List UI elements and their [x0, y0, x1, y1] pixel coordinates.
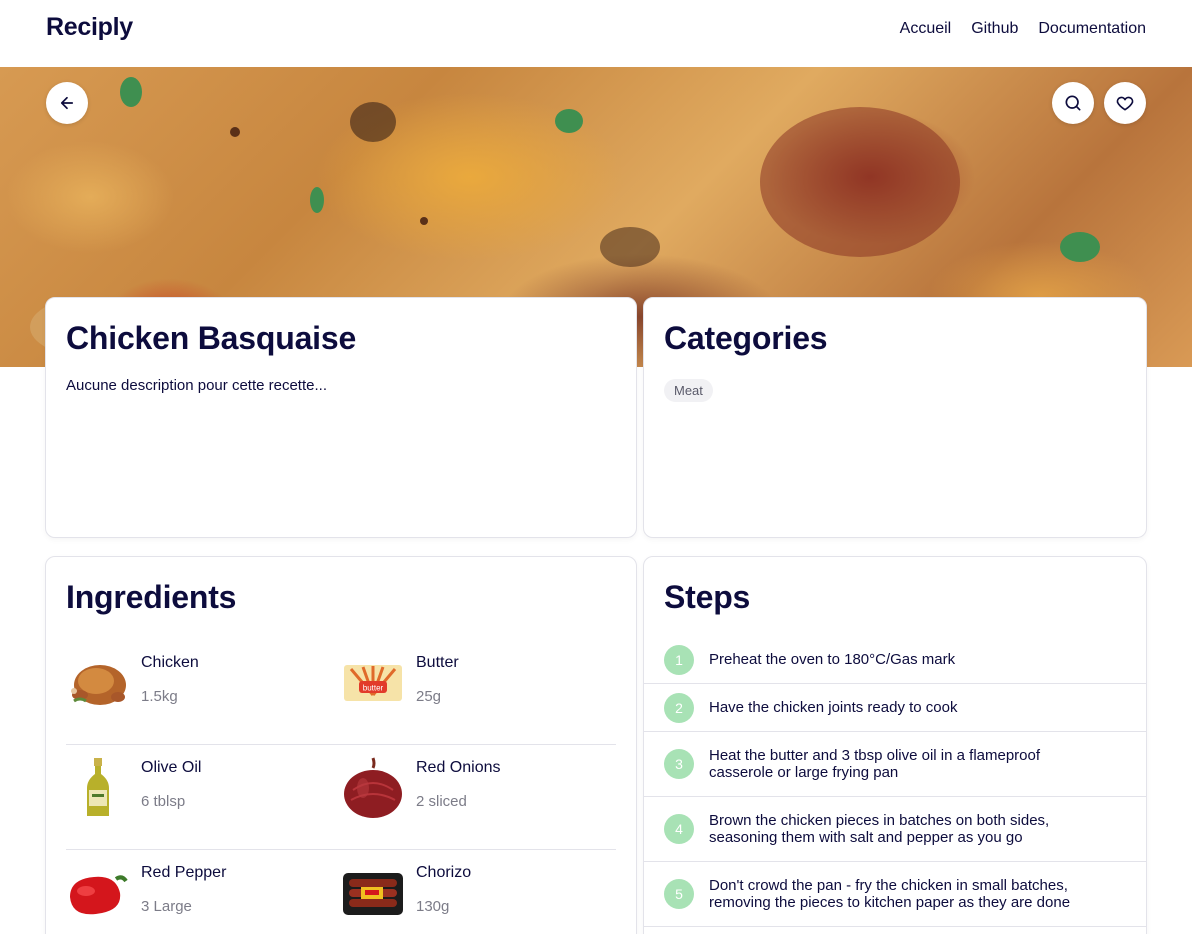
step-item: 5 Don't crowd the pan - fry the chicken … — [644, 862, 1146, 927]
ingredient-item: Red Pepper 3 Large — [66, 850, 341, 934]
ingredient-quantity: 130g — [416, 898, 450, 915]
steps-heading: Steps — [664, 579, 751, 615]
ingredients-heading: Ingredients — [66, 579, 237, 615]
ingredient-item: Red Onions 2 sliced — [341, 745, 616, 849]
ingredients-card: Ingredients Chicken 1.5kg butter Butter … — [45, 556, 637, 934]
heart-icon — [1116, 96, 1134, 111]
red-pepper-image — [66, 861, 130, 925]
favorite-button[interactable] — [1104, 82, 1146, 124]
navbar: Reciply Accueil Github Documentation — [0, 0, 1192, 67]
recipe-title-card: Chicken Basquaise Aucune description pou… — [45, 297, 637, 538]
ingredients-row: Chicken 1.5kg butter Butter 25g — [66, 640, 616, 745]
step-number-badge: 5 — [664, 879, 694, 909]
chicken-image — [66, 651, 130, 715]
steps-list: 1 Preheat the oven to 180°C/Gas mark 2 H… — [644, 636, 1146, 927]
steps-card: Steps 1 Preheat the oven to 180°C/Gas ma… — [643, 556, 1147, 934]
ingredient-item: butter Butter 25g — [341, 640, 616, 744]
ingredient-name: Butter — [416, 654, 459, 671]
categories-card: Categories Meat — [643, 297, 1147, 538]
butter-label: butter — [363, 684, 384, 693]
ingredient-name: Chicken — [141, 654, 199, 671]
ingredient-quantity: 6 tblsp — [141, 793, 186, 810]
olive-oil-image — [66, 756, 130, 820]
step-text: Brown the chicken pieces in batches on b… — [709, 812, 1050, 846]
ingredients-row: Olive Oil 6 tblsp Red Onions 2 sliced — [66, 745, 616, 850]
ingredient-item: Olive Oil 6 tblsp — [66, 745, 341, 849]
step-number-badge: 1 — [664, 644, 694, 675]
butter-image: butter — [341, 651, 405, 715]
ingredient-item: Chorizo 130g — [341, 850, 616, 934]
step-text: Don't crowd the pan - fry the chicken in… — [709, 877, 1071, 911]
ingredient-quantity: 3 Large — [141, 898, 192, 915]
nav-link-accueil[interactable]: Accueil — [900, 20, 952, 38]
step-item: 4 Brown the chicken pieces in batches on… — [644, 797, 1146, 862]
step-number-badge: 2 — [664, 692, 694, 723]
nav-link-documentation[interactable]: Documentation — [1038, 20, 1146, 38]
ingredient-quantity: 2 sliced — [416, 793, 467, 810]
step-number-badge: 4 — [664, 814, 694, 844]
step-text: Heat the butter and 3 tbsp olive oil in … — [709, 747, 1041, 781]
search-icon — [1065, 95, 1081, 111]
ingredient-name: Olive Oil — [141, 759, 202, 776]
step-item: 3 Heat the butter and 3 tbsp olive oil i… — [644, 732, 1146, 797]
chorizo-image — [341, 861, 405, 925]
step-item: 1 Preheat the oven to 180°C/Gas mark — [644, 636, 1146, 684]
ingredients-row: Red Pepper 3 Large Chorizo 130g — [66, 850, 616, 934]
ingredient-item: Chicken 1.5kg — [66, 640, 341, 744]
categories-heading: Categories — [664, 320, 828, 356]
back-button[interactable] — [46, 82, 88, 124]
category-tag[interactable]: Meat — [664, 379, 713, 402]
ingredient-name: Red Onions — [416, 759, 501, 776]
ingredient-name: Chorizo — [416, 864, 472, 881]
nav-links: Accueil Github Documentation — [900, 20, 1146, 38]
arrow-left-icon — [60, 96, 74, 110]
step-number-badge: 3 — [664, 749, 694, 779]
recipe-title: Chicken Basquaise — [66, 320, 357, 356]
ingredient-quantity: 1.5kg — [141, 688, 178, 705]
ingredients-grid: Chicken 1.5kg butter Butter 25g Olive Oi… — [66, 640, 616, 934]
search-button[interactable] — [1052, 82, 1094, 124]
step-item: 2 Have the chicken joints ready to cook — [644, 684, 1146, 732]
step-text: Preheat the oven to 180°C/Gas mark — [709, 651, 956, 668]
ingredient-quantity: 25g — [416, 688, 442, 705]
recipe-description: Aucune description pour cette recette... — [66, 377, 327, 394]
nav-link-github[interactable]: Github — [971, 20, 1018, 38]
step-text: Have the chicken joints ready to cook — [709, 699, 958, 716]
brand-logo[interactable]: Reciply — [46, 13, 133, 42]
red-onion-image — [341, 756, 405, 820]
ingredient-name: Red Pepper — [141, 864, 227, 881]
